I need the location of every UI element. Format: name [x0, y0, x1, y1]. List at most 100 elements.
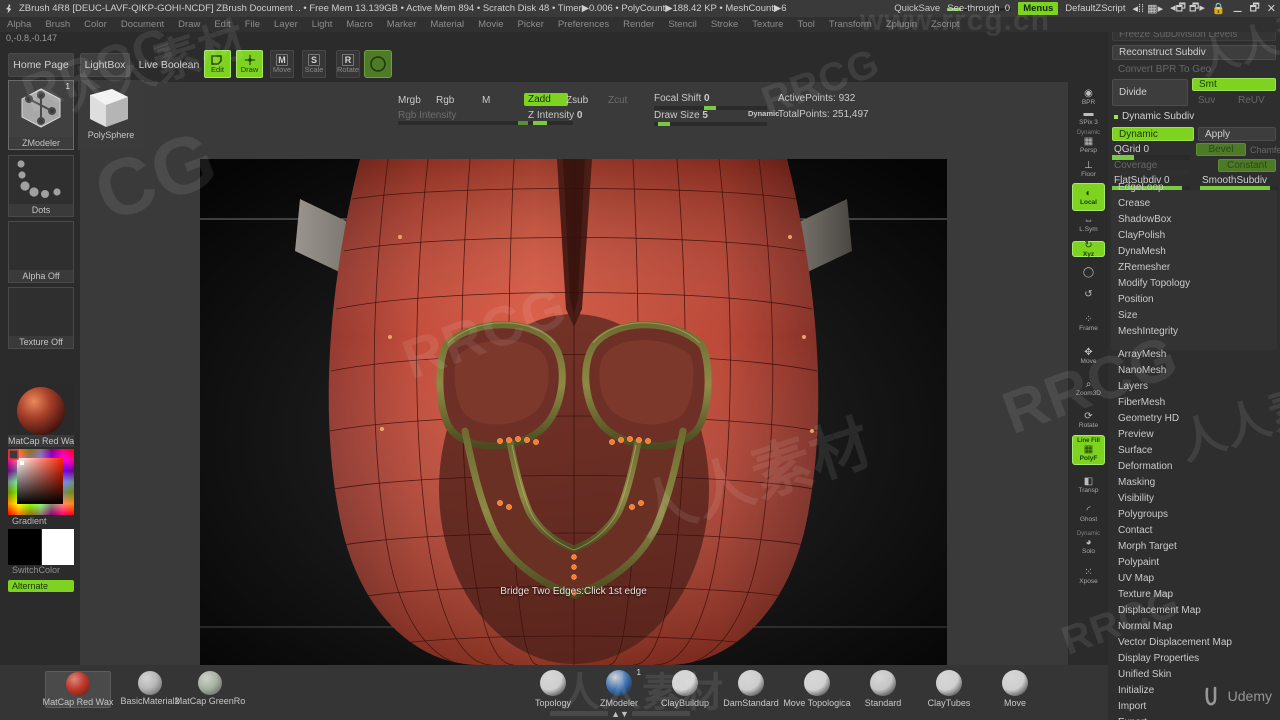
lightbox-button[interactable]: LightBox: [80, 53, 130, 77]
panel-item-morph-target[interactable]: Morph Target: [1114, 539, 1274, 555]
zcut-button[interactable]: Zcut: [608, 95, 627, 106]
menu-item-picker[interactable]: Picker: [511, 19, 551, 30]
panel-item-deformation[interactable]: Deformation: [1114, 459, 1274, 475]
menu-item-zscript[interactable]: Zscript: [924, 19, 967, 30]
texture-thumbnail[interactable]: Texture Off: [8, 287, 74, 349]
qgrid-slider-label[interactable]: QGrid 0: [1112, 143, 1172, 155]
menu-item-marker[interactable]: Marker: [380, 19, 424, 30]
menu-item-document[interactable]: Document: [114, 19, 171, 30]
menu-item-layer[interactable]: Layer: [267, 19, 305, 30]
move-button[interactable]: M Move: [270, 50, 294, 78]
canvas-area[interactable]: Bridge Two Edges:Click 1st edge: [80, 82, 1068, 665]
panel-item-export[interactable]: Export: [1114, 715, 1274, 720]
close-icon[interactable]: ✕: [1267, 2, 1276, 15]
brush-item-zmodeler[interactable]: 1 ZModeler: [586, 668, 652, 708]
panel-item-modify-topology[interactable]: Modify Topology: [1114, 276, 1274, 292]
alternate-button[interactable]: Alternate: [8, 580, 74, 592]
scroll-right-track[interactable]: [631, 711, 690, 716]
suv-button[interactable]: Suv: [1192, 94, 1228, 106]
menu-item-edit[interactable]: Edit: [207, 19, 237, 30]
primary-color-swatch[interactable]: [8, 529, 41, 565]
transp-button[interactable]: ◧ Transp: [1072, 471, 1105, 499]
frame-button[interactable]: ⁘ Frame: [1072, 311, 1105, 335]
menu-item-transform[interactable]: Transform: [822, 19, 879, 30]
panel-item-shadowbox[interactable]: ShadowBox: [1114, 212, 1274, 228]
switch-color-label[interactable]: SwitchColor: [8, 565, 74, 575]
alpha-thumbnail[interactable]: Alpha Off: [8, 221, 74, 283]
gradient-label[interactable]: Gradient: [8, 516, 74, 526]
draw-button[interactable]: Draw: [236, 50, 263, 78]
material-item-1[interactable]: BasicMaterial2: [117, 671, 183, 706]
panel-item-preview[interactable]: Preview: [1114, 427, 1274, 443]
brush-item-standard[interactable]: Standard: [850, 668, 916, 708]
material-preview-button[interactable]: [364, 50, 392, 78]
switch-color-swatches[interactable]: [8, 529, 74, 565]
solo-button[interactable]: Dynamic ◕ Solo: [1072, 529, 1105, 557]
panel-item-position[interactable]: Position: [1114, 292, 1274, 308]
xpose-button[interactable]: ⁙ Xpose: [1072, 563, 1105, 589]
panel-item-fibermesh[interactable]: FiberMesh: [1114, 395, 1274, 411]
secondary-color-swatch[interactable]: [42, 529, 74, 565]
rotate-ccw-button[interactable]: ↺: [1072, 287, 1105, 303]
menu-item-texture[interactable]: Texture: [745, 19, 790, 30]
divide-button[interactable]: Divide: [1112, 79, 1188, 106]
panel-item-polygroups[interactable]: Polygroups: [1114, 507, 1274, 523]
draw-size-slider[interactable]: [654, 122, 767, 126]
scroll-left-track[interactable]: [550, 711, 609, 716]
menu-item-brush[interactable]: Brush: [38, 19, 77, 30]
menu-item-material[interactable]: Material: [423, 19, 471, 30]
menu-item-alpha[interactable]: Alpha: [0, 19, 38, 30]
persp-button[interactable]: Dynamic ▦ Persp: [1072, 130, 1105, 154]
scroll-updown-icon[interactable]: ▲▼: [611, 709, 629, 719]
panel-item-masking[interactable]: Masking: [1114, 475, 1274, 491]
menus-button[interactable]: Menus: [1018, 2, 1059, 15]
panel-item-geometry-hd[interactable]: Geometry HD: [1114, 411, 1274, 427]
polyf-button[interactable]: Line Fill ▦ PolyF: [1072, 435, 1105, 465]
panel-item-edgeloop[interactable]: EdgeLoop: [1114, 180, 1274, 196]
brush-item-damstandard[interactable]: DamStandard: [718, 668, 784, 708]
panel-item-polypaint[interactable]: Polypaint: [1114, 555, 1274, 571]
panel-item-claypolish[interactable]: ClayPolish: [1114, 228, 1274, 244]
dynamic-subdiv-section-title[interactable]: Dynamic Subdiv: [1120, 110, 1276, 123]
menu-item-preferences[interactable]: Preferences: [551, 19, 616, 30]
floor-button[interactable]: ⊥ Floor: [1072, 159, 1105, 179]
tray-icons[interactable]: ◂⁞⁞ ▦▸: [1132, 2, 1163, 15]
menu-item-file[interactable]: File: [238, 19, 267, 30]
lsym-button[interactable]: ⇔ L.Sym: [1072, 215, 1105, 233]
menu-item-macro[interactable]: Macro: [339, 19, 379, 30]
panel-item-vector-displacement-map[interactable]: Vector Displacement Map: [1114, 635, 1274, 651]
panel-item-unified-skin[interactable]: Unified Skin: [1114, 667, 1274, 683]
move-button[interactable]: ✥ Move: [1072, 343, 1105, 369]
ghost-button[interactable]: ◜ Ghost: [1072, 503, 1105, 525]
material-item-0[interactable]: MatCap Red Wax: [43, 671, 113, 708]
document-viewport[interactable]: Bridge Two Edges:Click 1st edge: [200, 159, 947, 665]
reuv-button[interactable]: ReUV: [1232, 94, 1276, 106]
dynamic-toggle[interactable]: Dynamic: [748, 109, 779, 118]
panel-item-size[interactable]: Size: [1114, 308, 1274, 324]
menu-item-zplugin[interactable]: Zplugin: [879, 19, 924, 30]
menu-item-stroke[interactable]: Stroke: [704, 19, 745, 30]
scale-button[interactable]: S Scale: [302, 50, 326, 78]
main-menu-bar[interactable]: Alpha Brush Color Document Draw Edit File Layer…: [0, 17, 1280, 32]
material-thumbnail[interactable]: MatCap Red Wax: [8, 385, 74, 447]
constant-button[interactable]: Constant: [1218, 159, 1276, 172]
lock-icon[interactable]: 🔒: [1212, 2, 1226, 15]
menu-item-stencil[interactable]: Stencil: [661, 19, 704, 30]
focal-shift-label[interactable]: Focal Shift 0: [654, 93, 710, 104]
material-item-2[interactable]: MatCap GreenRo: [175, 671, 245, 706]
bpr-button[interactable]: ◉ BPR: [1072, 85, 1105, 109]
draw-size-label[interactable]: Draw Size 5: [654, 110, 708, 121]
menu-item-draw[interactable]: Draw: [171, 19, 207, 30]
panel-item-nanomesh[interactable]: NanoMesh: [1114, 363, 1274, 379]
menu-item-tool[interactable]: Tool: [790, 19, 821, 30]
zsub-button[interactable]: Zsub: [566, 95, 588, 106]
panel-item-layers[interactable]: Layers: [1114, 379, 1274, 395]
z-intensity-label[interactable]: Z Intensity 0: [528, 110, 582, 121]
bevel-button[interactable]: Bevel: [1196, 143, 1246, 156]
panel-item-surface[interactable]: Surface: [1114, 443, 1274, 459]
activate-symmetry-button[interactable]: ◯: [1072, 265, 1105, 281]
menu-item-render[interactable]: Render: [616, 19, 661, 30]
brush-item-claybuildup[interactable]: ClayBuildup: [652, 668, 718, 708]
rotate-button[interactable]: R Rotate: [336, 50, 360, 78]
local-button[interactable]: ◐ Local: [1072, 183, 1105, 211]
